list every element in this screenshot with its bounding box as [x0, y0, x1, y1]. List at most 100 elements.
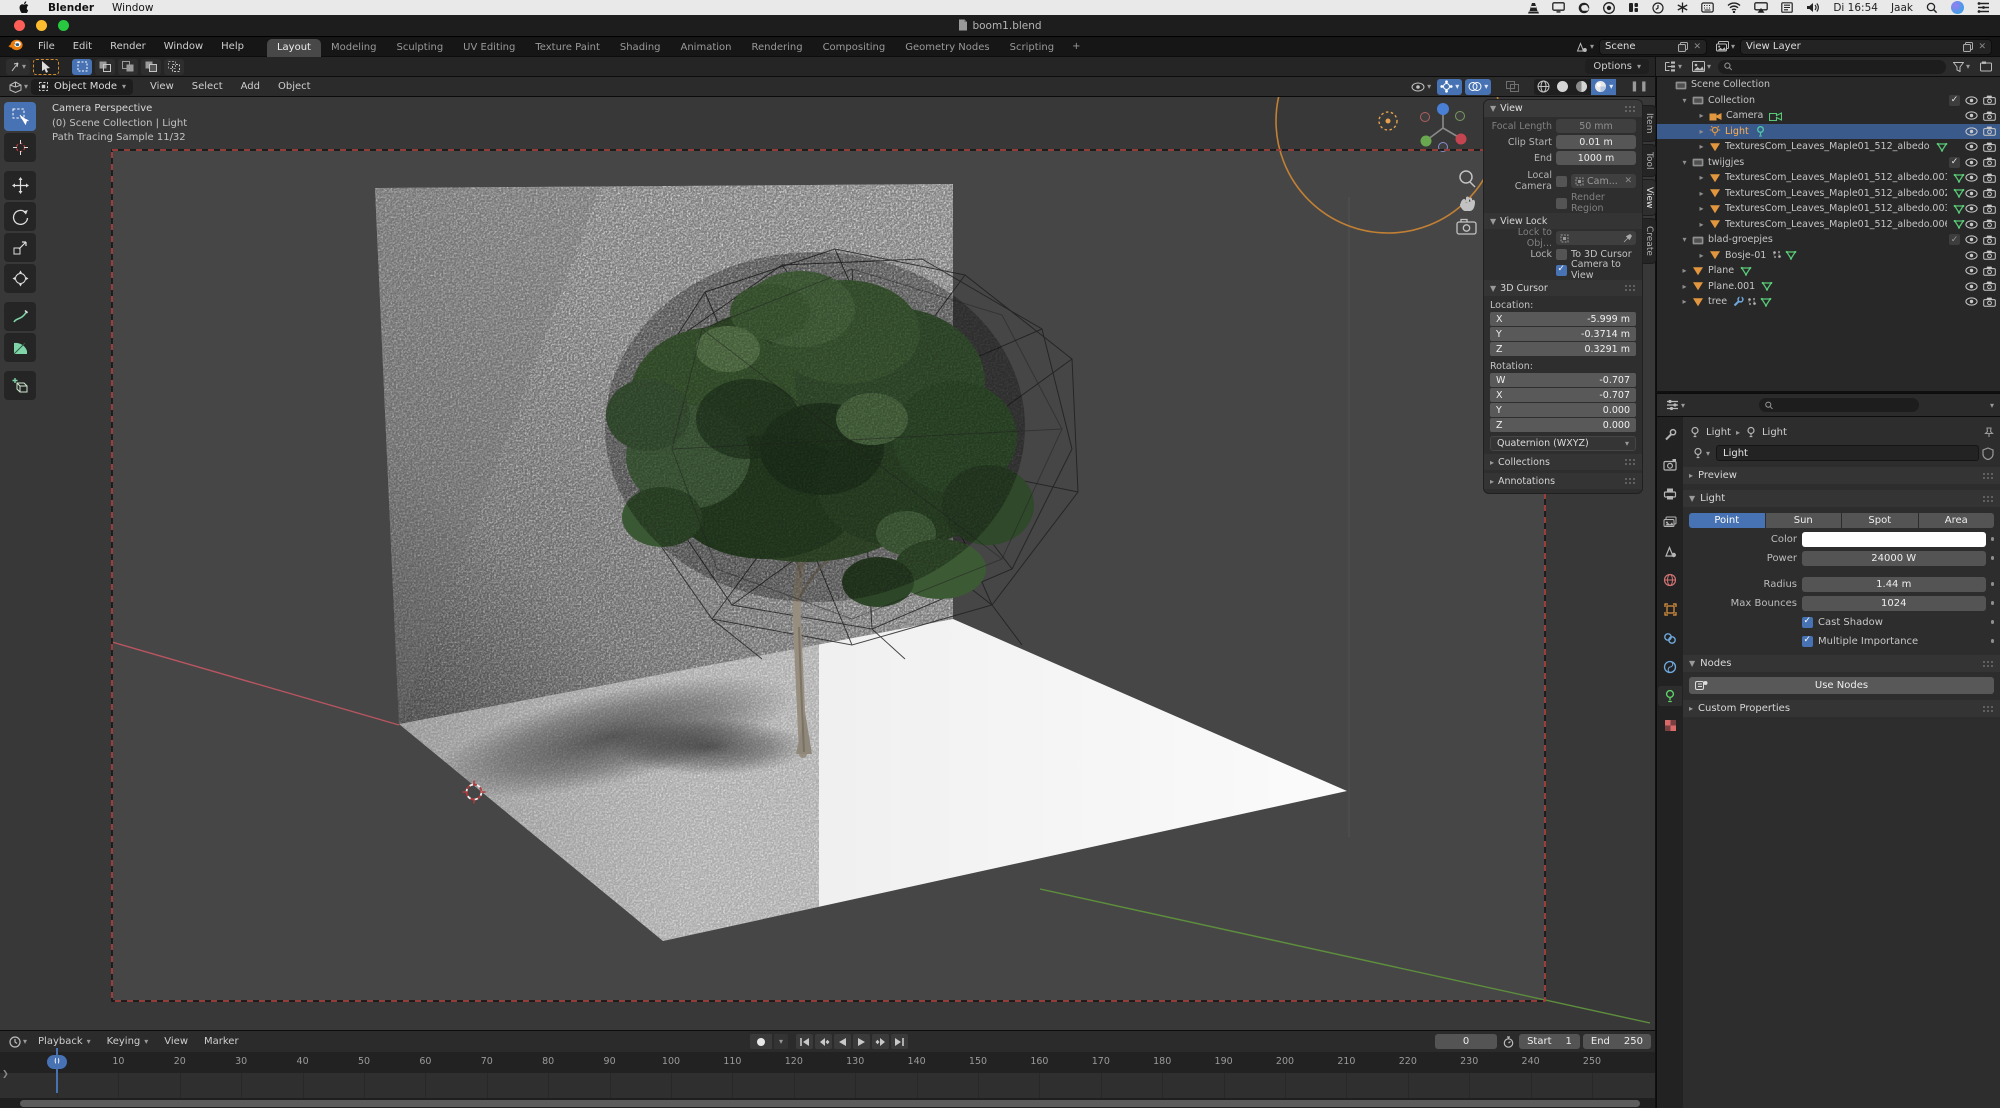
expand-arrow-icon[interactable]: ▸	[1697, 251, 1706, 260]
panel-grip-icon[interactable]	[1982, 705, 1994, 713]
outliner-item-label[interactable]: tree	[1708, 296, 1727, 307]
disable-render-camera-icon[interactable]	[1983, 173, 1996, 183]
outliner-row[interactable]: Scene Collection	[1657, 77, 2000, 93]
use-preview-range-button[interactable]	[1500, 1036, 1516, 1048]
animate-dot[interactable]	[1991, 639, 1995, 643]
show-gizmo-button[interactable]: ▾	[1437, 79, 1462, 95]
properties-tab-scene[interactable]	[1658, 541, 1682, 561]
jump-to-start-button[interactable]	[796, 1034, 813, 1049]
n-panel-tab-create[interactable]: Create	[1643, 218, 1656, 264]
workspace-tab-texture-paint[interactable]: Texture Paint	[525, 39, 610, 57]
use-nodes-button[interactable]: Use Nodes	[1689, 677, 1994, 694]
timeline-editor-type-button[interactable]: ▾	[6, 1035, 30, 1049]
jump-next-keyframe-button[interactable]	[872, 1034, 889, 1049]
outliner-row[interactable]: ▸ TexturesCom_Leaves_Maple01_512_albedo.0…	[1657, 217, 2000, 233]
expand-arrow-icon[interactable]: ▸	[1697, 142, 1706, 151]
workspace-tab-geometry-nodes[interactable]: Geometry Nodes	[895, 39, 999, 57]
disable-render-camera-icon[interactable]	[1983, 235, 1996, 245]
outliner-item-label[interactable]: Bosje-01	[1725, 250, 1766, 261]
frame-start-field[interactable]: Start1	[1519, 1034, 1580, 1049]
menu-blender[interactable]: Blender	[39, 2, 103, 14]
hide-viewport-eye-icon[interactable]	[1965, 297, 1978, 306]
disable-render-camera-icon[interactable]	[1983, 266, 1996, 276]
properties-tab-render[interactable]	[1658, 454, 1682, 474]
workspace-tab-modeling[interactable]: Modeling	[321, 39, 387, 57]
show-overlays-button[interactable]: ▾	[1465, 79, 1491, 95]
shading-wireframe-button[interactable]	[1534, 79, 1553, 95]
panel-grip-icon[interactable]	[1624, 477, 1636, 485]
scene-browse-button[interactable]: ▾	[1572, 40, 1597, 54]
remove-view-layer-button[interactable]: ✕	[1978, 42, 1986, 52]
outliner-item-label[interactable]: TexturesCom_Leaves_Maple01_512_albedo.00…	[1725, 219, 1947, 230]
workspace-tab-animation[interactable]: Animation	[671, 39, 742, 57]
pin-icon[interactable]	[1984, 427, 1994, 438]
jump-prev-keyframe-button[interactable]	[815, 1034, 832, 1049]
vlc-icon[interactable]	[1528, 2, 1539, 14]
properties-tab-world[interactable]	[1658, 570, 1682, 590]
timeline-tracks[interactable]	[0, 1073, 1655, 1098]
outliner-row[interactable]: ▾twijgjes✓	[1657, 155, 2000, 171]
properties-tab-output[interactable]	[1658, 483, 1682, 503]
outliner-item-label[interactable]: TexturesCom_Leaves_Maple01_512_albedo	[1725, 141, 1930, 152]
asterisk-icon[interactable]	[1677, 2, 1688, 13]
clear-local-camera-button[interactable]: ✕	[1624, 176, 1632, 186]
properties-search[interactable]	[1759, 398, 1919, 412]
hide-viewport-eye-icon[interactable]	[1965, 127, 1978, 136]
power-field[interactable]: 24000 W	[1802, 551, 1986, 566]
outliner-item-label[interactable]: TexturesCom_Leaves_Maple01_512_albedo.00…	[1725, 172, 1947, 183]
timeline-menu-keying[interactable]: Keying ▾	[99, 1036, 157, 1047]
max-bounces-field[interactable]: 1024	[1802, 596, 1986, 611]
properties-tab-object-data[interactable]	[1658, 686, 1682, 706]
select-mode-subtract[interactable]	[118, 59, 138, 75]
tool-select-box-button[interactable]	[4, 102, 36, 131]
outliner-new-collection-button[interactable]	[1977, 60, 1995, 73]
blender-logo-icon[interactable]	[0, 39, 29, 54]
hide-viewport-eye-icon[interactable]	[1965, 142, 1978, 151]
expand-arrow-icon[interactable]: ▸	[1680, 297, 1689, 306]
disable-render-camera-icon[interactable]	[1983, 188, 1996, 198]
outliner-row[interactable]: ▸TexturesCom_Leaves_Maple01_512_albedo.0…	[1657, 201, 2000, 217]
tool-annotate-button[interactable]	[4, 302, 36, 331]
properties-editor-type-button[interactable]: ▾	[1663, 398, 1688, 412]
custom-properties-section-header[interactable]: ▸Custom Properties	[1683, 700, 2000, 717]
zoom-window-button[interactable]	[58, 20, 69, 31]
panel-grip-icon[interactable]	[1624, 458, 1636, 466]
expand-arrow-icon[interactable]: ▸	[1697, 189, 1706, 198]
expand-arrow-icon[interactable]: ▸	[1697, 127, 1706, 136]
tool-measure-button[interactable]	[4, 333, 36, 362]
play-reverse-button[interactable]	[834, 1034, 851, 1049]
n-panel-tab-view[interactable]: View	[1643, 179, 1656, 216]
window-title-bar[interactable]: boom1.blend	[0, 15, 2000, 37]
notification-center-icon[interactable]	[1977, 2, 1990, 13]
workspace-tab-compositing[interactable]: Compositing	[813, 39, 896, 57]
outliner-row[interactable]: ▸ Camera	[1657, 108, 2000, 124]
workspace-tab-layout[interactable]: Layout	[267, 39, 321, 57]
disable-render-camera-icon[interactable]	[1983, 219, 1996, 229]
menu-bar-clock[interactable]: Di 16:54	[1833, 2, 1878, 14]
timeline-menu-view[interactable]: View	[156, 1036, 196, 1047]
app-badge-icon[interactable]	[1603, 2, 1615, 14]
tool-scale-button[interactable]	[4, 233, 36, 262]
outliner-item-label[interactable]: Camera	[1726, 110, 1763, 121]
to-3d-cursor-checkbox[interactable]	[1556, 249, 1567, 260]
color-swatch[interactable]	[1802, 532, 1986, 547]
view-layer-name-field[interactable]: View Layer ✕	[1740, 39, 1992, 55]
window-manager-icon[interactable]	[1628, 2, 1639, 13]
view-layer-browse-button[interactable]: ▾	[1713, 40, 1738, 53]
display-icon[interactable]	[1552, 2, 1565, 13]
workspace-tab-scripting[interactable]: Scripting	[1000, 39, 1064, 57]
disable-render-camera-icon[interactable]	[1983, 111, 1996, 121]
expand-arrow-icon[interactable]: ▸	[1697, 220, 1706, 229]
expand-arrow-icon[interactable]: ▸	[1697, 111, 1706, 120]
properties-tab-object[interactable]	[1658, 599, 1682, 619]
viewport-canvas[interactable]	[0, 97, 1655, 1030]
outliner-item-label[interactable]: TexturesCom_Leaves_Maple01_512_albedo.00…	[1725, 203, 1947, 214]
breadcrumb-object[interactable]: Light	[1706, 427, 1731, 438]
frame-end-field[interactable]: End250	[1583, 1034, 1651, 1049]
hide-viewport-eye-icon[interactable]	[1965, 235, 1978, 244]
outliner-row[interactable]: ▸Light	[1657, 124, 2000, 140]
properties-tab-constraints[interactable]	[1658, 628, 1682, 648]
auto-keying-dropdown[interactable]: ▾	[774, 1034, 788, 1049]
animate-dot[interactable]	[1991, 537, 1995, 541]
outliner-row[interactable]: ▸ Bosje-01	[1657, 248, 2000, 264]
